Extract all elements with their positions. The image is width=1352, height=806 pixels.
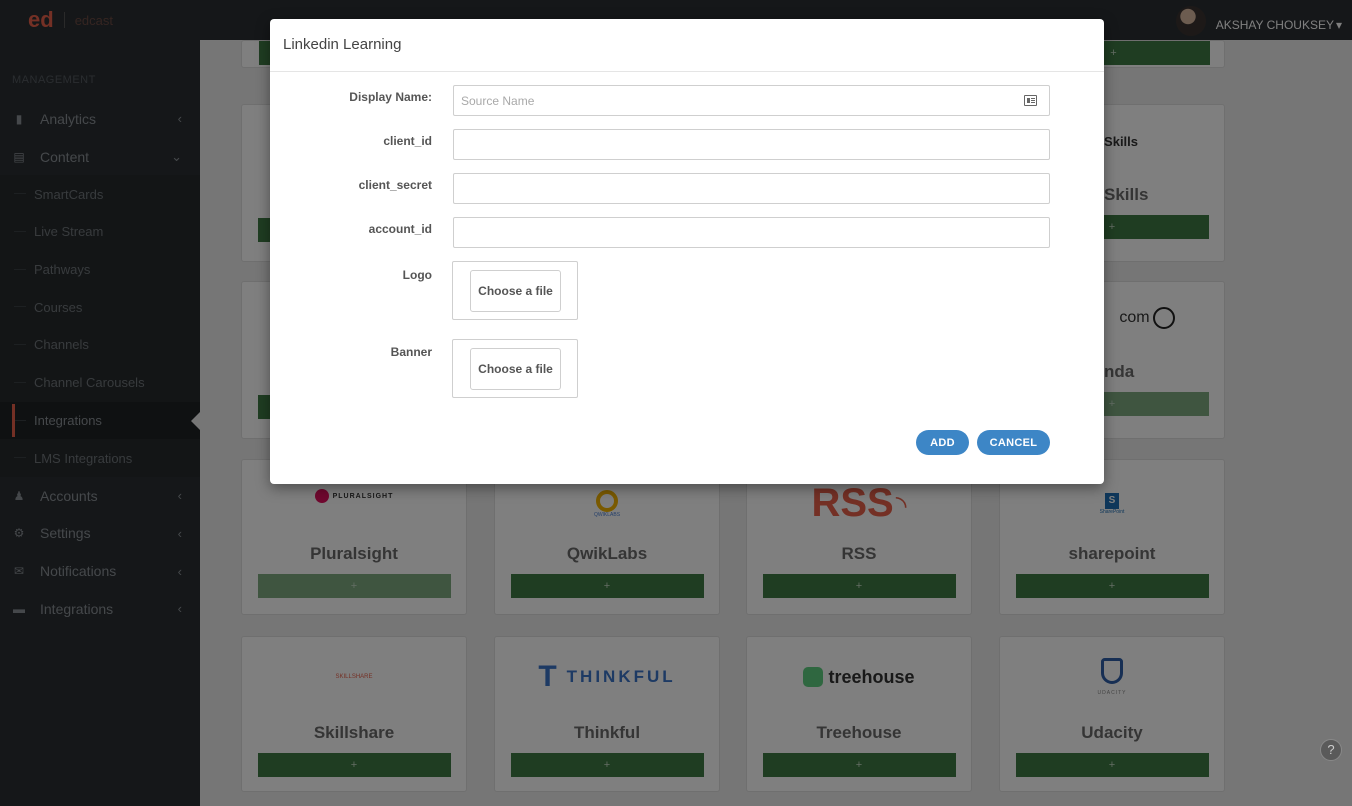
logo-label: Logo [402,268,432,282]
modal-title: Linkedin Learning [270,19,1104,72]
display-name-label: Display Name: [349,90,432,104]
client-secret-field[interactable] [453,173,1050,204]
client-id-label: client_id [383,134,432,148]
id-card-icon [1024,95,1037,106]
account-id-field[interactable] [453,217,1050,248]
logo-file-box: Choose a file [452,261,578,320]
client-id-field[interactable] [453,129,1050,160]
display-name-placeholder: Source Name [461,94,535,108]
banner-file-box: Choose a file [452,339,578,398]
display-name-field[interactable]: Source Name [453,85,1050,116]
banner-label: Banner [390,345,432,359]
banner-choose-file-button[interactable]: Choose a file [470,348,561,390]
cancel-button[interactable]: CANCEL [977,430,1050,455]
add-button[interactable]: ADD [916,430,969,455]
integration-modal: Linkedin Learning Display Name: Source N… [270,19,1104,484]
logo-choose-file-button[interactable]: Choose a file [470,270,561,312]
account-id-label: account_id [368,222,432,236]
client-secret-label: client_secret [358,178,432,192]
help-button[interactable]: ? [1320,739,1342,761]
